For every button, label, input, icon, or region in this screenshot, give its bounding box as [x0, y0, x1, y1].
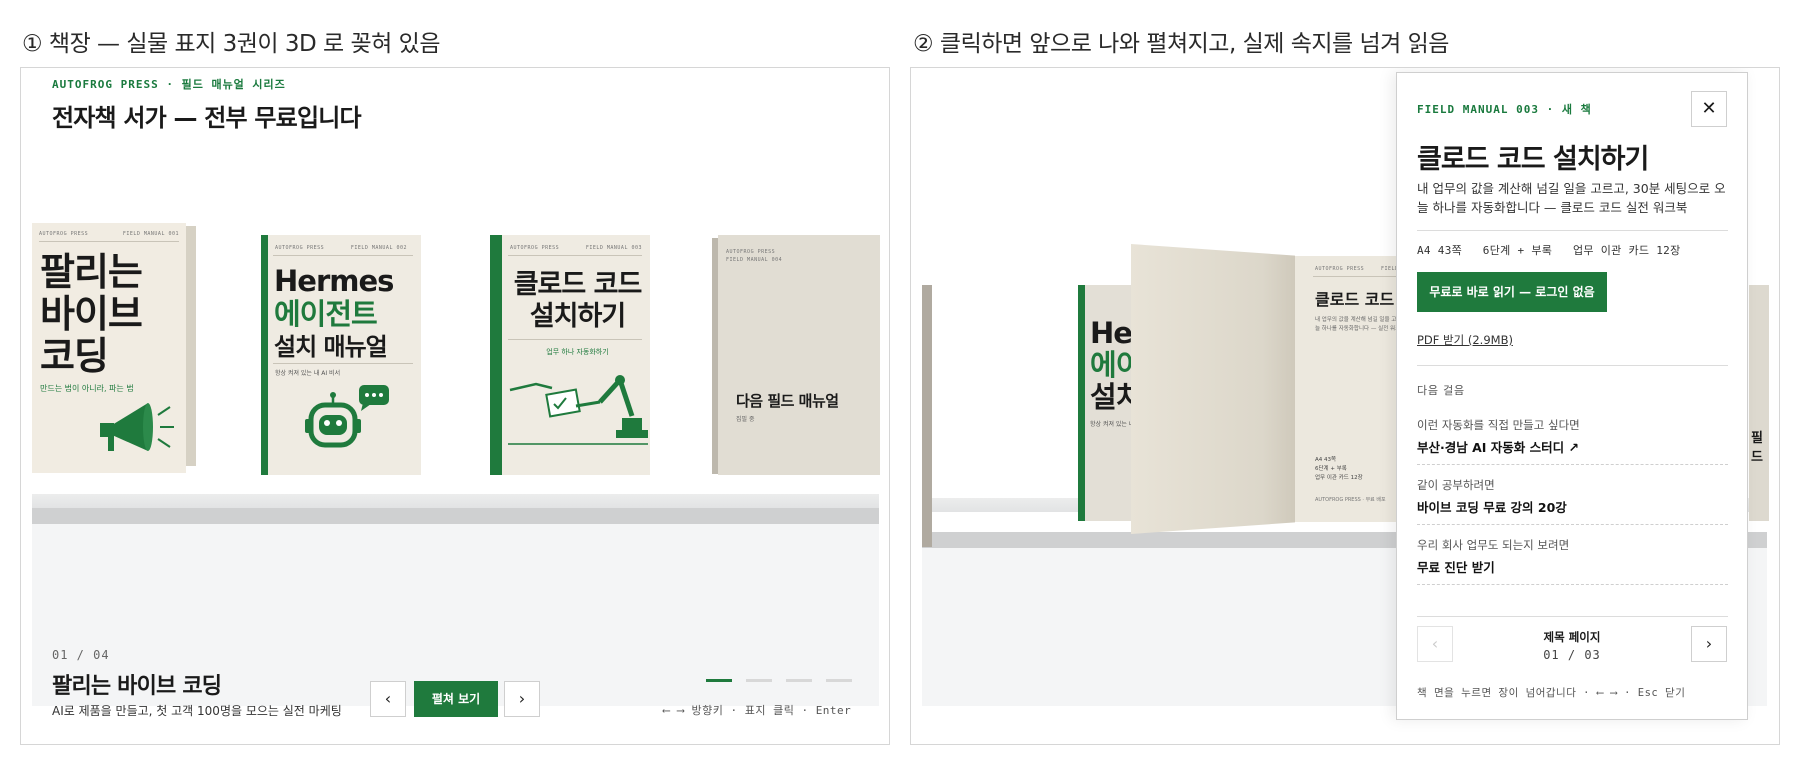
- free-diagnosis-link[interactable]: 무료 진단 받기: [1417, 557, 1495, 576]
- book-2-spine: [261, 235, 268, 475]
- book-2-title-line: 설치 매뉴얼: [274, 333, 388, 361]
- book-3-rule: [508, 339, 642, 340]
- page-indicator[interactable]: [826, 679, 852, 682]
- next-book-button[interactable]: ›: [504, 681, 540, 717]
- shelf-title: 전자책 서가 — 전부 무료입니다: [52, 104, 362, 132]
- link-label: 같이 공부하려면: [1417, 478, 1495, 492]
- close-button[interactable]: ✕: [1691, 91, 1727, 127]
- book-2-cover[interactable]: AUTOFROG PRESS FIELD MANUAL 002 Hermes 에…: [261, 235, 421, 475]
- book-2-rule: [273, 363, 413, 364]
- divider: [1417, 616, 1728, 617]
- book-3-press: AUTOFROG PRESS: [510, 245, 560, 251]
- open-book-left-page[interactable]: [1131, 244, 1295, 534]
- book-1-series: FIELD MANUAL 001: [122, 231, 179, 237]
- book-1-title-line: 바이브: [40, 292, 143, 336]
- pdf-download-link[interactable]: PDF 받기 (2.9MB): [1417, 332, 1513, 348]
- book-1-side: [186, 226, 196, 466]
- book-4-cover[interactable]: AUTOFROG PRESS FIELD MANUAL 004 다음 필드 매뉴…: [718, 235, 880, 475]
- book-counter: 01 / 04: [52, 648, 110, 662]
- open-book-meta-line: 업무 이관 카드 12장: [1315, 475, 1363, 481]
- next-steps-heading: 다음 걸음: [1417, 384, 1465, 397]
- book-1-subtitle: 만드는 법이 아니라, 파는 법: [40, 384, 134, 393]
- book-1-title-line: 팔리는: [40, 250, 143, 294]
- shelf-eyebrow: AUTOFROG PRESS · 필드 매뉴얼 시리즈: [52, 78, 286, 91]
- close-icon: ✕: [1701, 98, 1717, 119]
- drawer-footer-hint: 책 면을 누르면 장이 넘어갑니다 · ⟵ ⟶ · Esc 닫기: [1417, 687, 1686, 699]
- divider: [1417, 365, 1728, 366]
- drawer-eyebrow: FIELD MANUAL 003 · 새 책: [1417, 103, 1592, 116]
- book-3-title: 클로드 코드 설치하기: [510, 269, 645, 333]
- behind-book-subtitle: 항상 켜져 있는 내 AI 비서: [1090, 421, 1138, 428]
- read-free-button[interactable]: 무료로 바로 읽기 — 로그인 없음: [1417, 272, 1607, 312]
- divider: [1417, 230, 1728, 231]
- book-1-cover[interactable]: AUTOFROG PRESS FIELD MANUAL 001 팔리는 바이브 …: [32, 223, 186, 473]
- current-book-subtitle: AI로 제품을 만들고, 첫 고객 100명을 모으는 실전 마케팅: [52, 704, 342, 718]
- right-panel-caption: ② 클릭하면 앞으로 나와 펼쳐지고, 실제 속지를 넘겨 읽음: [913, 31, 1449, 57]
- book-3-title-line: 클로드 코드: [513, 269, 643, 300]
- megaphone-icon: [100, 403, 174, 451]
- book-3-title-line: 설치하기: [529, 301, 626, 332]
- keyboard-hint: ⟵ ⟶ 방향키 · 표지 클릭 · Enter: [663, 704, 852, 717]
- book-1-press: AUTOFROG PRESS: [39, 231, 89, 237]
- shelf-plank-top: [32, 494, 879, 508]
- open-book-meta: A4 43쪽 6단계 + 부록 업무 이관 카드 12장: [1315, 456, 1363, 483]
- open-book-meta-line: 6단계 + 부록: [1315, 466, 1347, 472]
- reader-panel: Hermes 에이전트 설치 항상 켜져 있는 내 AI 비서 AUTOFROG…: [910, 67, 1780, 745]
- drawer-meta: A4 43쪽 6단계 + 부록 업무 이관 카드 12장: [1417, 244, 1681, 257]
- free-course-link[interactable]: 바이브 코딩 무료 강의 20강: [1417, 497, 1567, 516]
- open-book-button[interactable]: 펼쳐 보기: [414, 681, 498, 717]
- book-edge: [922, 285, 932, 547]
- book-4-subtitle: 집필 중: [736, 416, 755, 423]
- study-group-link[interactable]: 부산·경남 AI 자동화 스터디 ↗: [1417, 437, 1579, 456]
- edge-book-title: 필드: [1751, 431, 1763, 465]
- page-indicator-active[interactable]: [706, 679, 732, 682]
- left-panel-caption: ① 책장 — 실물 표지 3권이 3D 로 꽂혀 있음: [22, 31, 440, 57]
- book-2-rule: [273, 255, 413, 256]
- book-4-title: 다음 필드 매뉴얼: [736, 392, 839, 410]
- book-2-title-line: Hermes: [274, 264, 394, 298]
- book-3-subtitle: 업무 하나 자동화하기: [546, 348, 609, 356]
- divider: [1417, 584, 1728, 585]
- book-detail-drawer: FIELD MANUAL 003 · 새 책 ✕ 클로드 코드 설치하기 내 업…: [1396, 72, 1748, 720]
- book-2-title-line: 에이전트: [274, 297, 378, 331]
- link-label: 이런 자동화를 직접 만들고 싶다면: [1417, 418, 1580, 432]
- link-label: 우리 회사 업무도 되는지 보려면: [1417, 538, 1570, 552]
- page-indicator[interactable]: [786, 679, 812, 682]
- book-3-series: FIELD MANUAL 003: [585, 245, 642, 251]
- next-page-button[interactable]: ›: [1691, 626, 1727, 662]
- robot-chat-icon: [305, 385, 389, 448]
- book-4-press: AUTOFROG PRESS: [726, 249, 776, 255]
- shelf-plank: [32, 508, 879, 524]
- book-3-rule: [508, 255, 642, 256]
- open-book-meta-line: A4 43쪽: [1315, 457, 1337, 463]
- open-book-colophon: AUTOFROG PRESS · 무료 배포: [1315, 497, 1386, 503]
- behind-book-cover[interactable]: Hermes 에이전트 설치 항상 켜져 있는 내 AI 비서: [1078, 285, 1138, 521]
- page-indicator[interactable]: [746, 679, 772, 682]
- behind-book-title-line: 에이전트: [1090, 348, 1138, 382]
- book-2-press: AUTOFROG PRESS: [275, 245, 325, 251]
- book-4-series: FIELD MANUAL 004: [726, 257, 783, 263]
- prev-book-button[interactable]: ‹: [370, 681, 406, 717]
- robot-arm-handoff-icon: [508, 375, 648, 445]
- bookshelf-panel: AUTOFROG PRESS · 필드 매뉴얼 시리즈 전자책 서가 — 전부 …: [20, 67, 890, 745]
- book-3-cover[interactable]: AUTOFROG PRESS FIELD MANUAL 003 클로드 코드 설…: [490, 235, 650, 475]
- edge-book-cover: 필드: [1749, 285, 1769, 521]
- behind-book-title-line: Hermes: [1090, 316, 1138, 350]
- drawer-title: 클로드 코드 설치하기: [1417, 144, 1649, 175]
- book-2-series: FIELD MANUAL 002: [350, 245, 407, 251]
- behind-book-title-line: 설치: [1090, 380, 1138, 414]
- divider: [1417, 464, 1728, 465]
- behind-book-spine: [1078, 285, 1085, 521]
- book-2-title: Hermes 에이전트 설치 매뉴얼: [274, 264, 394, 364]
- divider: [1417, 524, 1728, 525]
- book-1-rule: [39, 241, 179, 242]
- book-1-title-line: 코딩: [40, 334, 109, 378]
- open-book-press: AUTOFROG PRESS: [1315, 266, 1365, 272]
- book-3-spine: [490, 235, 502, 475]
- book-2-subtitle: 항상 켜져 있는 내 AI 비서: [275, 370, 341, 377]
- drawer-description: 내 업무의 값을 계산해 넘길 일을 고르고, 30분 세팅으로 오늘 하나를 …: [1417, 181, 1726, 215]
- book-1-title: 팔리는 바이브 코딩: [40, 250, 143, 378]
- current-book-title: 팔리는 바이브 코딩: [52, 674, 222, 699]
- behind-book-title: Hermes 에이전트 설치: [1090, 317, 1138, 413]
